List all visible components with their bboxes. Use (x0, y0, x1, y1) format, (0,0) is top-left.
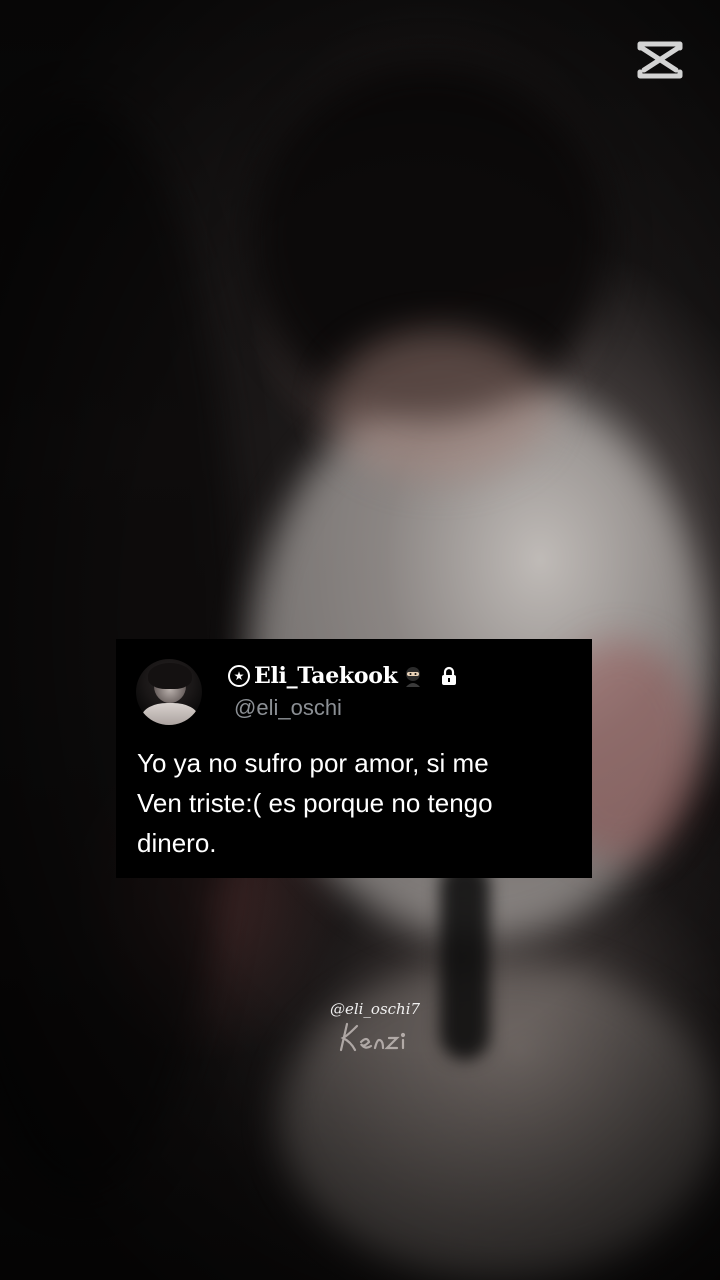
display-name-row: ★ Eli_Taekook (228, 659, 458, 693)
capcut-logo-icon (637, 41, 683, 79)
profile-avatar[interactable] (136, 659, 202, 725)
lock-icon (441, 666, 456, 685)
ninja-icon (405, 667, 420, 687)
tweet-text: Yo ya no sufro por amor, si me Ven trist… (137, 748, 493, 858)
user-handle[interactable]: @eli_oschi (234, 695, 342, 721)
avatar-body (142, 703, 198, 725)
avatar-hair (148, 663, 192, 689)
creator-watermark: @eli_oschi7 (300, 1000, 450, 1054)
watermark-signature (339, 1022, 406, 1052)
star-badge-icon: ★ (228, 665, 250, 687)
video-frame: ★ Eli_Taekook @eli_oschi Yo ya no sufro … (0, 0, 720, 1280)
display-name[interactable]: Eli_Taekook (254, 663, 398, 689)
tweet-card: ★ Eli_Taekook @eli_oschi Yo ya no sufro … (116, 639, 592, 878)
watermark-handle: @eli_oschi7 (329, 1000, 421, 1018)
